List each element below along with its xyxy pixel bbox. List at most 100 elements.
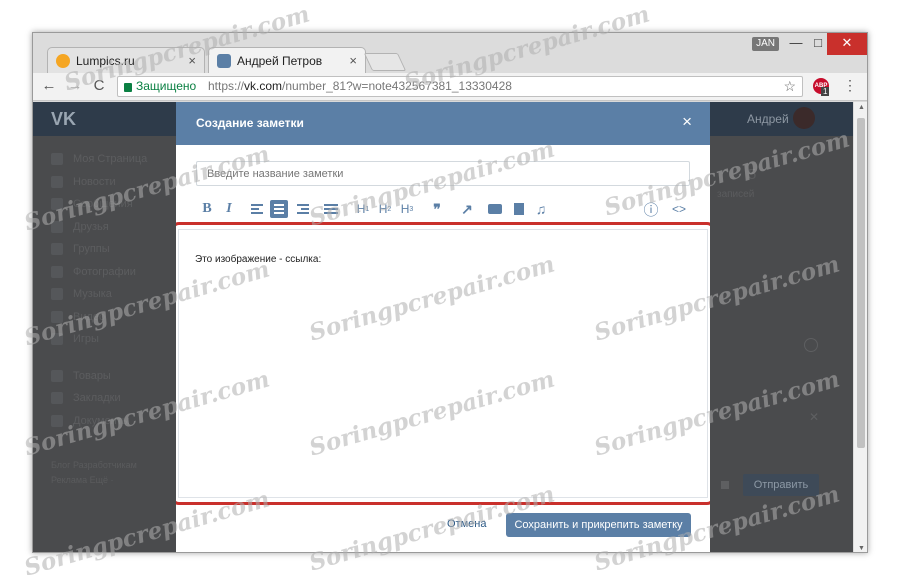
- home-icon: [51, 153, 63, 166]
- bag-icon: [51, 369, 63, 382]
- sidebar-item-label: Видео: [73, 310, 106, 323]
- tab-close-icon[interactable]: ×: [349, 53, 357, 68]
- scroll-thumb[interactable]: [857, 118, 865, 448]
- reload-button[interactable]: C: [89, 77, 109, 94]
- url-domain: vk.com: [244, 79, 283, 93]
- footer-links-2[interactable]: Реклама Ещё ·: [51, 473, 171, 488]
- scroll-up-icon[interactable]: ▲: [854, 104, 867, 111]
- new-tab-button[interactable]: [363, 53, 407, 71]
- audio-button[interactable]: ♫: [532, 200, 550, 218]
- code-button[interactable]: <>: [670, 200, 688, 218]
- lumpics-favicon-icon: [56, 53, 70, 68]
- save-attach-note-button[interactable]: Сохранить и прикрепить заметку: [506, 513, 691, 537]
- document-icon: [51, 414, 63, 427]
- heading3-button[interactable]: H3: [398, 200, 416, 218]
- heading2-label: H: [378, 202, 388, 216]
- modal-title: Создание заметки: [196, 116, 304, 130]
- secure-label: Защищено: [136, 79, 197, 93]
- vk-favicon-icon: [217, 53, 231, 68]
- cancel-button[interactable]: Отмена: [447, 518, 486, 530]
- address-bar[interactable]: Защищено https://vk.com/number_81?w=note…: [117, 76, 803, 97]
- sidebar-item-label: Группы: [73, 243, 110, 256]
- sidebar-item-messages[interactable]: Сообщения1: [51, 193, 191, 216]
- footer-links-1[interactable]: Блог Разработчикам: [51, 458, 171, 473]
- sidebar-item-documents[interactable]: Документы: [51, 410, 191, 433]
- bookmark-star-icon[interactable]: ☆: [783, 77, 796, 96]
- sidebar-item-goods[interactable]: Товары: [51, 365, 191, 388]
- heading1-sub: 1: [365, 205, 370, 213]
- sidebar-item-groups[interactable]: Группы1: [51, 238, 191, 261]
- emoji-icon[interactable]: [804, 338, 818, 352]
- send-button[interactable]: Отправить: [743, 474, 819, 496]
- secure-indicator[interactable]: Защищено: [124, 77, 196, 96]
- tab-lumpics[interactable]: Lumpics.ru ×: [47, 47, 205, 73]
- sidebar-item-my-page[interactable]: Моя Страница: [51, 148, 191, 171]
- sidebar-item-label: Музыка: [73, 288, 112, 301]
- photo-button[interactable]: [486, 200, 504, 218]
- sidebar-item-news[interactable]: Новости: [51, 171, 191, 194]
- news-icon: [51, 175, 63, 188]
- browser-window: Lumpics.ru × Андрей Петров × JAN — □ ✕ ←…: [32, 32, 868, 553]
- adblock-count-badge: 1: [821, 87, 830, 96]
- url-path: /number_81?w=note432567381_13330428: [282, 79, 512, 93]
- back-button[interactable]: ←: [39, 77, 59, 94]
- bold-button[interactable]: B: [198, 200, 216, 218]
- sidebar-item-label: Фотографии: [73, 265, 136, 278]
- sidebar-footer: Блог Разработчикам Реклама Ещё ·: [51, 458, 171, 488]
- list-button[interactable]: [322, 200, 340, 218]
- camera-icon: [488, 204, 502, 214]
- sidebar-item-friends[interactable]: Друзья: [51, 216, 191, 239]
- sidebar-separator: [51, 351, 191, 365]
- profile-badge[interactable]: JAN: [752, 37, 779, 51]
- groups-icon: [51, 243, 63, 256]
- info-button[interactable]: ⓘ: [642, 200, 660, 219]
- sidebar-item-games[interactable]: Игры4: [51, 328, 191, 351]
- music-note-icon: ♫: [535, 201, 547, 217]
- tab-title: Андрей Петров: [237, 53, 323, 68]
- sidebar-item-video[interactable]: Видео: [51, 306, 191, 329]
- sidebar-item-label: Сообщения: [73, 198, 133, 211]
- close-window-button[interactable]: ✕: [827, 33, 867, 55]
- vk-logo[interactable]: VK: [51, 109, 76, 130]
- video-button[interactable]: [510, 200, 528, 218]
- link-button[interactable]: ↗: [458, 200, 476, 218]
- note-editor[interactable]: Это изображение - ссылка:: [178, 229, 708, 498]
- posts-label: записей: [717, 189, 755, 200]
- align-right-button[interactable]: [294, 200, 312, 218]
- sidebar-item-label: Друзья: [73, 220, 109, 233]
- page-scrollbar[interactable]: ▲ ▼: [853, 102, 867, 552]
- browser-menu-icon[interactable]: ⋮: [843, 77, 857, 94]
- sidebar-item-music[interactable]: Музыка: [51, 283, 191, 306]
- align-center-button[interactable]: [270, 200, 288, 218]
- sidebar-item-label: Игры: [73, 333, 99, 346]
- note-modal: Создание заметки × B I H1 H2 H3 ❞ ↗ ♫ ⓘ: [176, 102, 710, 552]
- align-center-icon: [274, 204, 284, 214]
- sidebar-item-bookmarks[interactable]: Закладки: [51, 387, 191, 410]
- heading1-label: H: [356, 202, 366, 216]
- align-left-button[interactable]: [248, 200, 266, 218]
- screenshot: Lumpics.ru × Андрей Петров × JAN — □ ✕ ←…: [0, 0, 900, 586]
- sidebar-item-label: Товары: [73, 369, 111, 382]
- heading2-button[interactable]: H2: [376, 200, 394, 218]
- sidebar-item-label: Новости: [73, 175, 116, 188]
- lock-icon: [721, 481, 729, 489]
- vk-user-name[interactable]: Андрей: [747, 112, 789, 126]
- dismiss-icon[interactable]: ✕: [809, 410, 819, 424]
- quote-button[interactable]: ❞: [428, 200, 446, 218]
- heading1-button[interactable]: H1: [354, 200, 372, 218]
- message-icon: [51, 198, 63, 211]
- note-title-input[interactable]: [196, 161, 690, 186]
- sidebar-item-label: Закладки: [73, 392, 121, 405]
- scroll-down-icon[interactable]: ▼: [854, 545, 867, 552]
- tab-vk-profile[interactable]: Андрей Петров ×: [208, 47, 366, 73]
- heading3-sub: 3: [409, 205, 414, 213]
- star-icon: [51, 392, 63, 405]
- close-icon[interactable]: ×: [682, 112, 692, 132]
- avatar[interactable]: [793, 107, 815, 129]
- sidebar-item-photos[interactable]: Фотографии: [51, 261, 191, 284]
- video-icon: [51, 310, 63, 323]
- forward-button[interactable]: →: [65, 77, 85, 94]
- music-icon: [51, 288, 63, 301]
- tab-close-icon[interactable]: ×: [188, 53, 196, 68]
- italic-button[interactable]: I: [220, 200, 238, 218]
